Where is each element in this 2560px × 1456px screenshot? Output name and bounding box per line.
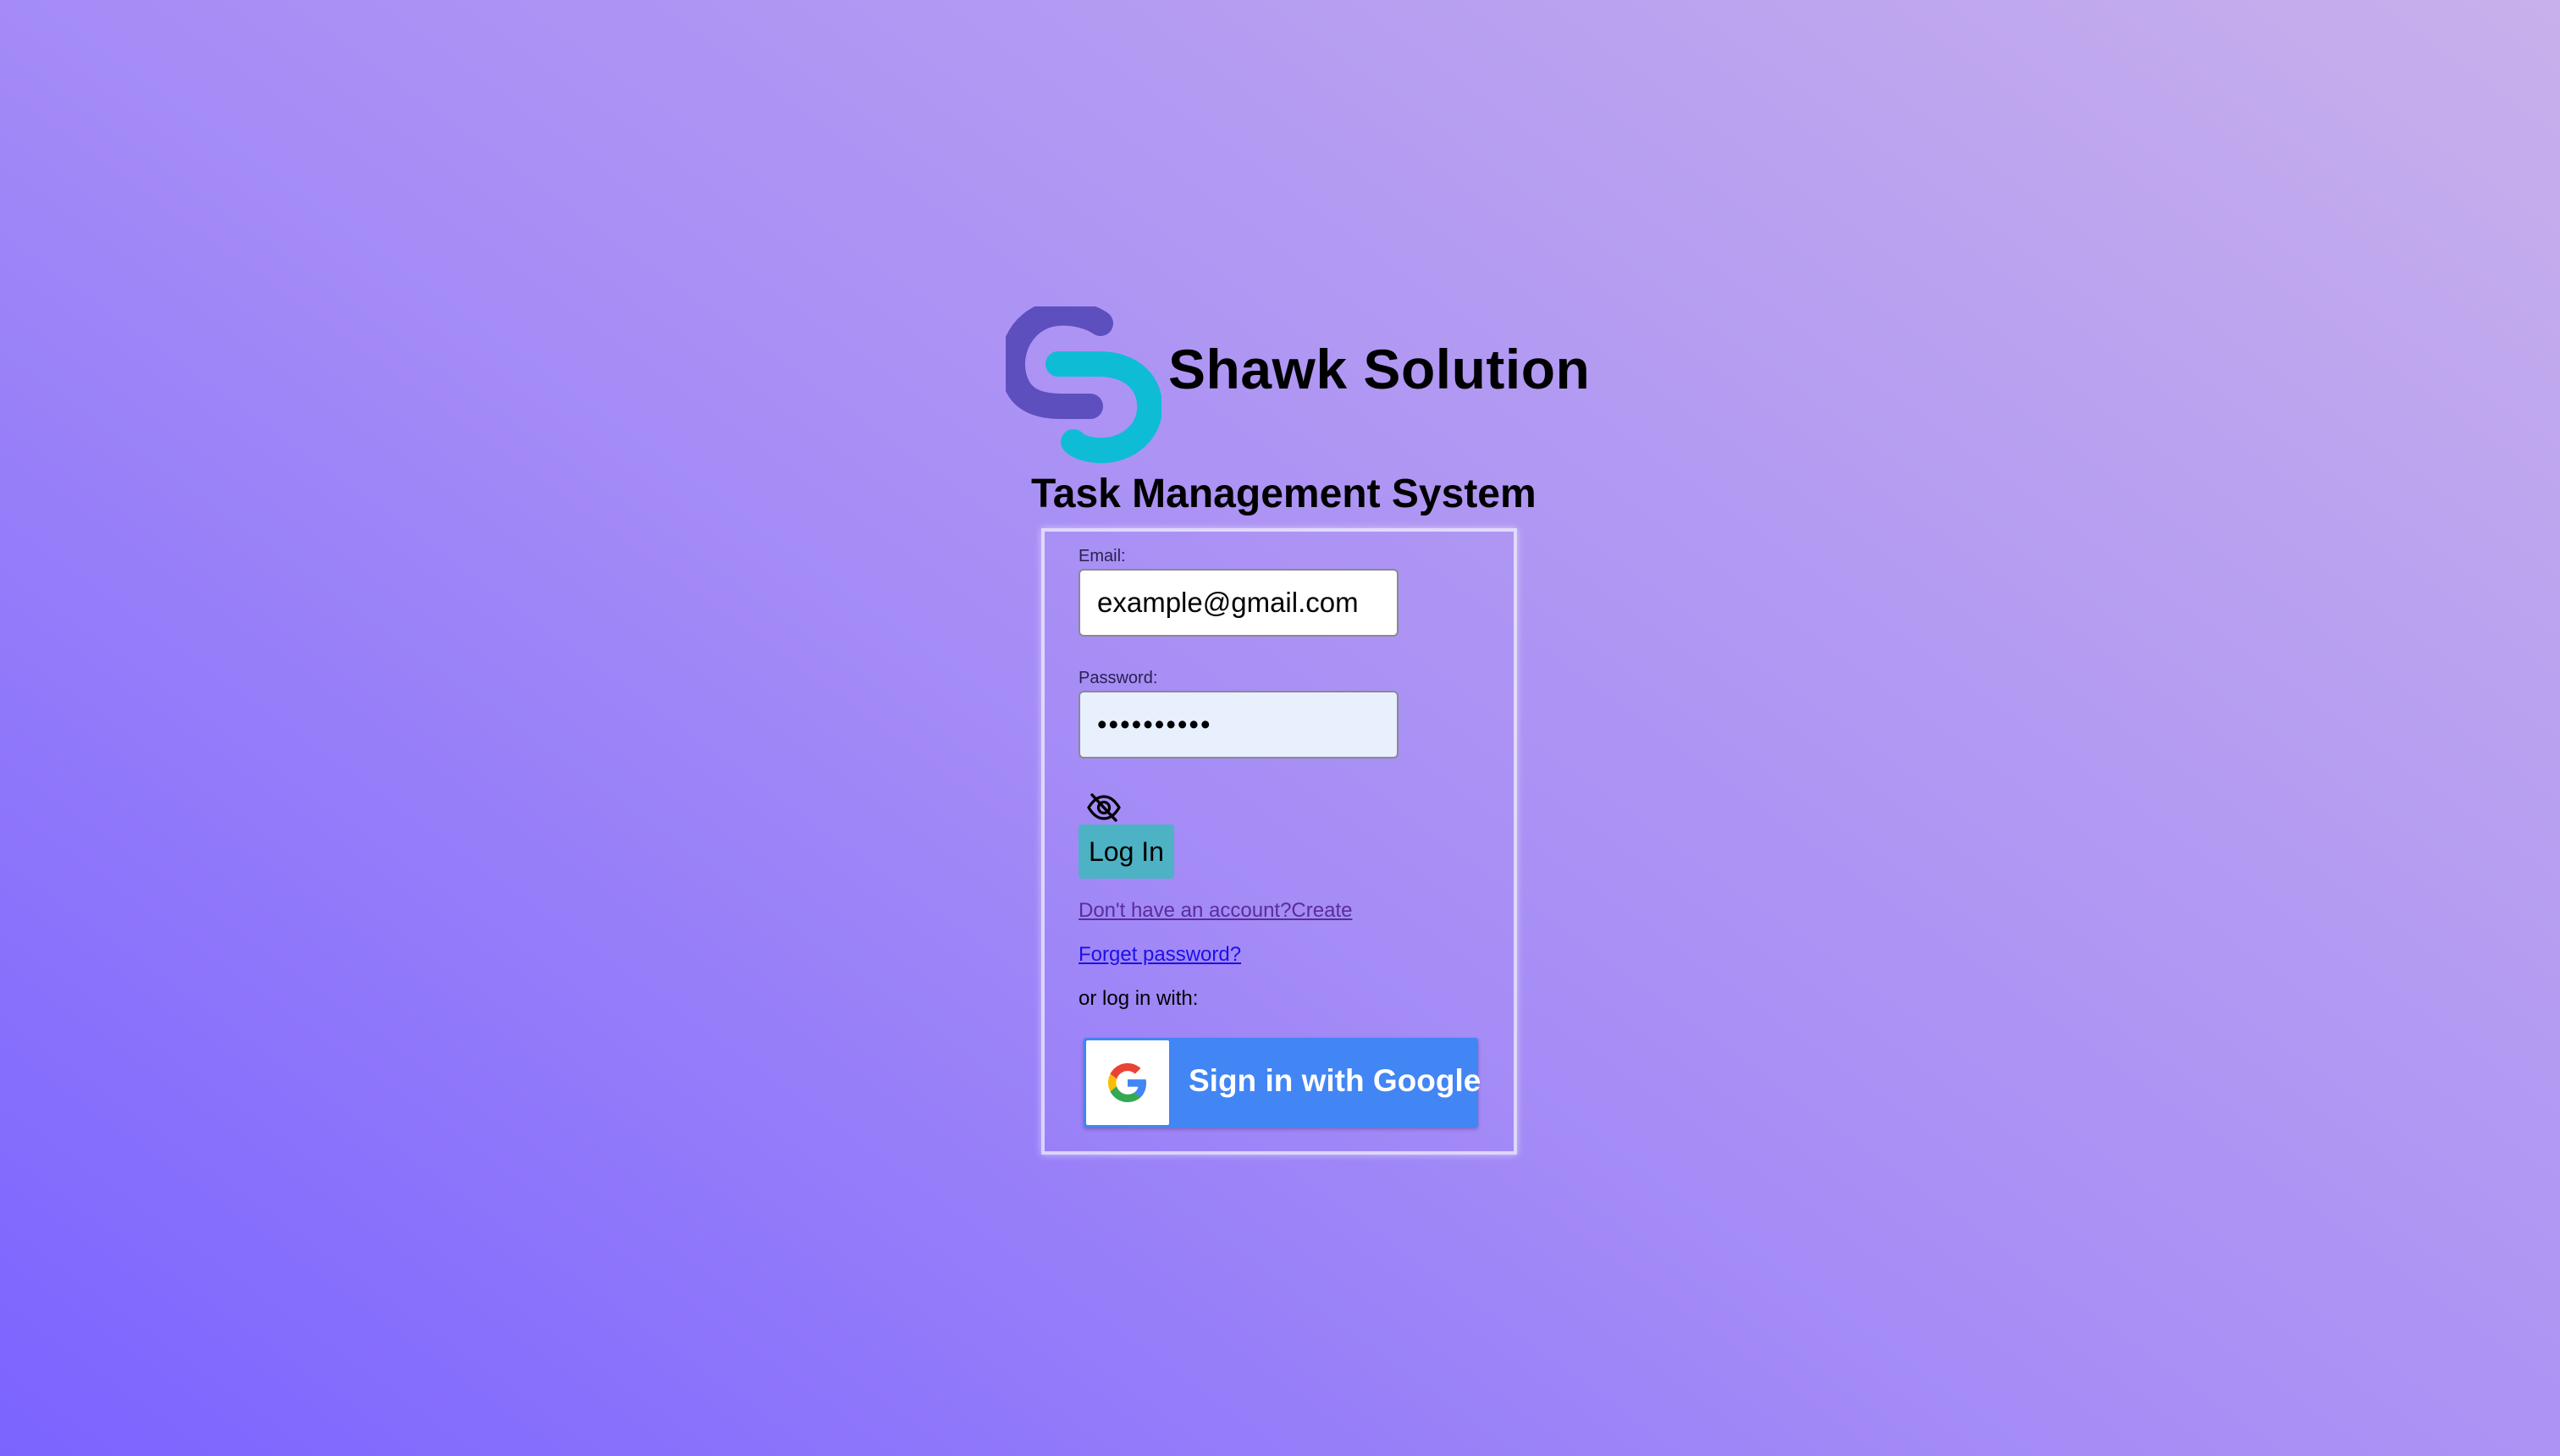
email-label: Email: [1079, 547, 1126, 565]
email-input[interactable] [1079, 569, 1399, 637]
login-form: Email: Password: Log In Don't have an ac… [1041, 528, 1517, 1155]
password-input[interactable] [1079, 691, 1399, 758]
create-account-link[interactable]: Don't have an account?Create [1079, 899, 1352, 923]
page-title: Task Management System [1031, 472, 1537, 516]
google-g-icon [1108, 1063, 1147, 1102]
eye-slash-icon [1087, 793, 1121, 822]
shawk-logo-icon [1006, 306, 1161, 464]
google-sign-in-button[interactable]: Sign in with Google [1084, 1038, 1481, 1128]
forgot-password-link[interactable]: Forget password? [1079, 943, 1241, 967]
login-button[interactable]: Log In [1079, 825, 1174, 879]
brand-header: Shawk Solution [1006, 306, 1590, 467]
alt-login-text: or log in with: [1079, 987, 1199, 1010]
toggle-password-visibility-button[interactable] [1085, 792, 1123, 823]
brand-name: Shawk Solution [1168, 338, 1591, 400]
google-sign-in-label: Sign in with Google [1189, 1063, 1481, 1098]
google-icon-container [1086, 1040, 1169, 1125]
password-label: Password: [1079, 669, 1158, 687]
